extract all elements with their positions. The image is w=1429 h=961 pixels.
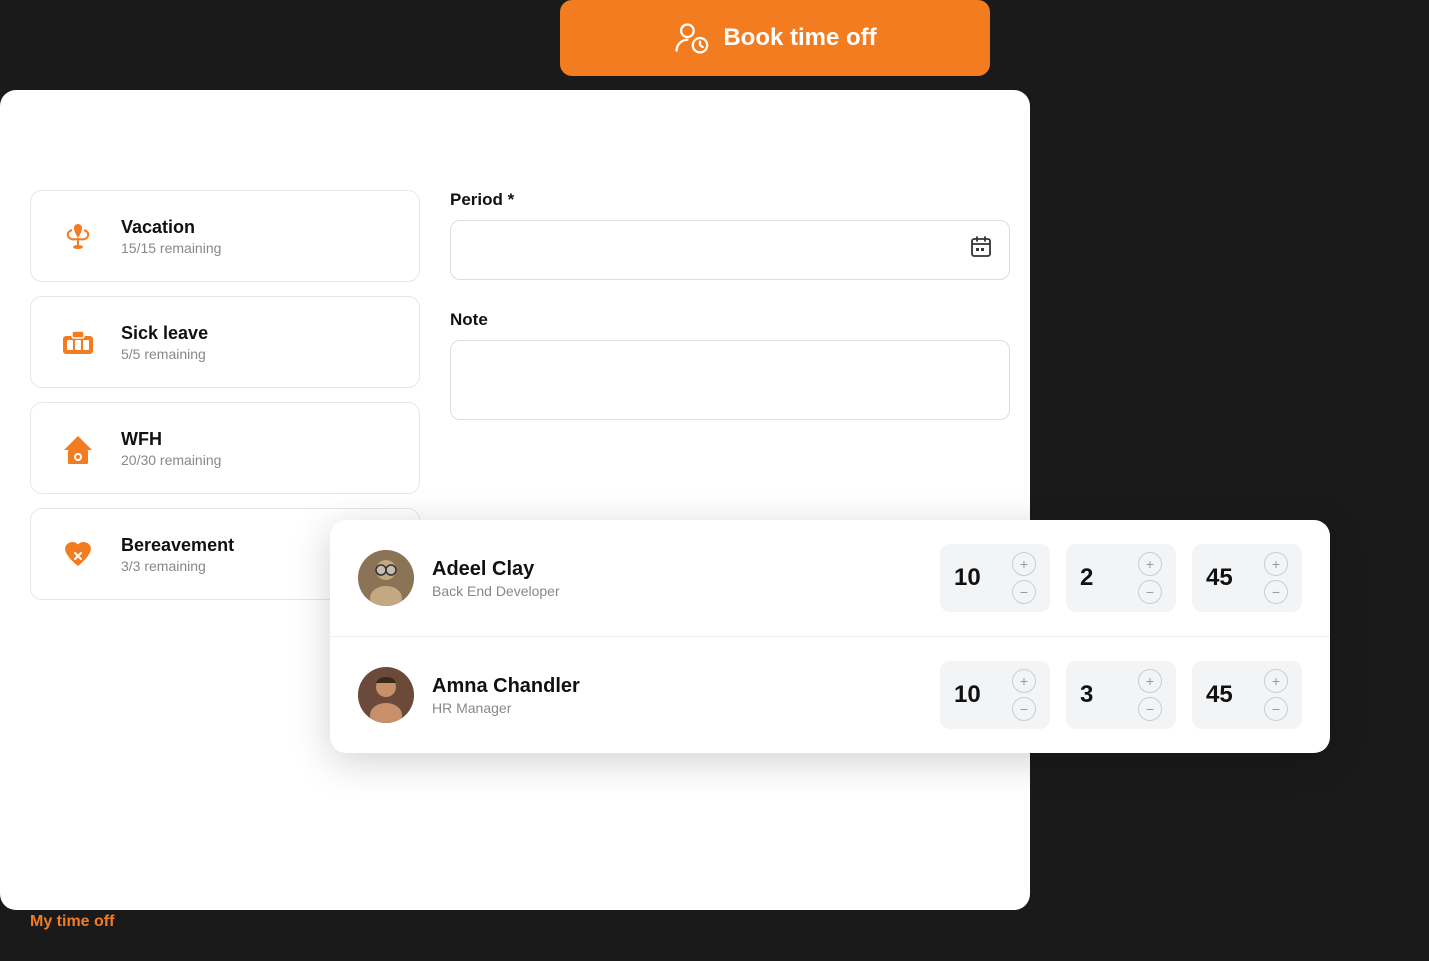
amna-decrement-1[interactable]: − [1012, 697, 1036, 721]
bereavement-name: Bereavement [121, 535, 234, 556]
note-input[interactable] [450, 340, 1010, 420]
adeel-increment-3[interactable]: + [1264, 552, 1288, 576]
amna-stepper-2: 3 + − [1066, 661, 1176, 729]
period-label: Period * [450, 190, 1010, 210]
amna-name: Amna Chandler [432, 675, 940, 698]
sick-leave-remaining: 5/5 remaining [121, 346, 208, 362]
adeel-role: Back End Developer [432, 583, 940, 599]
book-time-off-icon [673, 20, 709, 56]
amna-value-3: 45 [1206, 681, 1233, 709]
adeel-stepper-2: 2 + − [1066, 544, 1176, 612]
adeel-value-2: 2 [1080, 564, 1093, 592]
vacation-remaining: 15/15 remaining [121, 240, 221, 256]
wfh-remaining: 20/30 remaining [121, 452, 221, 468]
bereavement-icon [53, 529, 103, 579]
amna-value-1: 10 [954, 681, 981, 709]
amna-decrement-3[interactable]: − [1264, 697, 1288, 721]
adeel-decrement-1[interactable]: − [1012, 580, 1036, 604]
adeel-stepper-3: 45 + − [1192, 544, 1302, 612]
sick-leave-name: Sick leave [121, 323, 208, 344]
adeel-decrement-2[interactable]: − [1138, 580, 1162, 604]
adeel-value-3: 45 [1206, 564, 1233, 592]
sick-leave-info: Sick leave 5/5 remaining [121, 323, 208, 362]
employee-row-amna: Amna Chandler HR Manager 10 + − 3 + − [330, 637, 1330, 753]
leave-card-wfh[interactable]: WFH 20/30 remaining [30, 402, 420, 494]
amna-info: Amna Chandler HR Manager [432, 675, 940, 716]
wfh-name: WFH [121, 429, 221, 450]
note-section: Note [450, 310, 1010, 425]
adeel-avatar [358, 550, 414, 606]
amna-increment-3[interactable]: + [1264, 669, 1288, 693]
period-section: Period * [450, 190, 1010, 280]
employee-row-adeel: Adeel Clay Back End Developer 10 + − 2 +… [330, 520, 1330, 637]
amna-steppers: 10 + − 3 + − 45 + [940, 661, 1302, 729]
amna-controls-1: + − [1012, 669, 1036, 721]
amna-role: HR Manager [432, 700, 940, 716]
leave-card-sick[interactable]: Sick leave 5/5 remaining [30, 296, 420, 388]
note-label: Note [450, 310, 1010, 330]
book-time-off-label: Book time off [723, 24, 876, 52]
adeel-info: Adeel Clay Back End Developer [432, 558, 940, 599]
adeel-decrement-3[interactable]: − [1264, 580, 1288, 604]
adeel-controls-2: + − [1138, 552, 1162, 604]
adeel-name: Adeel Clay [432, 558, 940, 581]
amna-value-2: 3 [1080, 681, 1093, 709]
sick-leave-icon [53, 317, 103, 367]
adeel-increment-2[interactable]: + [1138, 552, 1162, 576]
amna-increment-2[interactable]: + [1138, 669, 1162, 693]
adeel-controls-1: + − [1012, 552, 1036, 604]
amna-increment-1[interactable]: + [1012, 669, 1036, 693]
adeel-value-1: 10 [954, 564, 981, 592]
amna-decrement-2[interactable]: − [1138, 697, 1162, 721]
amna-controls-3: + − [1264, 669, 1288, 721]
employees-card: Adeel Clay Back End Developer 10 + − 2 +… [330, 520, 1330, 753]
wfh-info: WFH 20/30 remaining [121, 429, 221, 468]
adeel-increment-1[interactable]: + [1012, 552, 1036, 576]
main-container: Book time off Vacation 15/15 remaining [0, 0, 1429, 961]
vacation-icon [53, 211, 103, 261]
leave-card-vacation[interactable]: Vacation 15/15 remaining [30, 190, 420, 282]
amna-avatar [358, 667, 414, 723]
wfh-icon [53, 423, 103, 473]
adeel-controls-3: + − [1264, 552, 1288, 604]
book-time-off-button[interactable]: Book time off [560, 0, 990, 76]
bereavement-remaining: 3/3 remaining [121, 558, 234, 574]
amna-controls-2: + − [1138, 669, 1162, 721]
bereavement-info: Bereavement 3/3 remaining [121, 535, 234, 574]
my-time-off-link[interactable]: My time off [30, 913, 114, 931]
vacation-name: Vacation [121, 217, 221, 238]
amna-stepper-3: 45 + − [1192, 661, 1302, 729]
adeel-steppers: 10 + − 2 + − 45 + [940, 544, 1302, 612]
calendar-icon [969, 235, 993, 265]
adeel-stepper-1: 10 + − [940, 544, 1050, 612]
vacation-info: Vacation 15/15 remaining [121, 217, 221, 256]
amna-stepper-1: 10 + − [940, 661, 1050, 729]
form-area: Period * Note [450, 190, 1010, 455]
period-input[interactable] [450, 220, 1010, 280]
